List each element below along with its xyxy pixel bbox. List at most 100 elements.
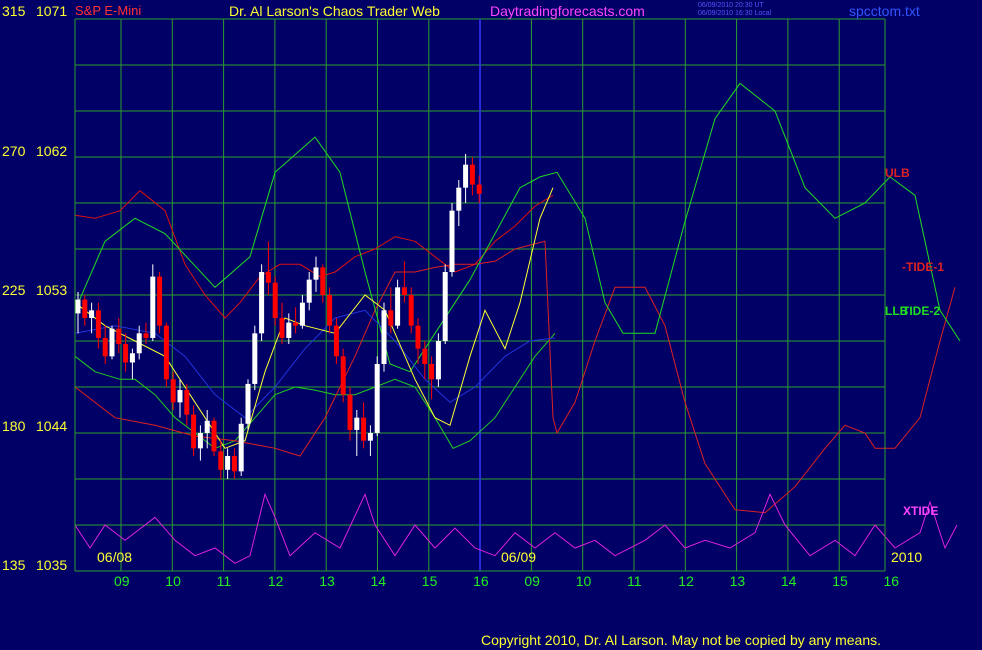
y-osc-tick-135: 135 (2, 557, 26, 573)
price-bar-body (170, 379, 176, 403)
x-tick-label: 15 (421, 573, 438, 589)
price-bar-body (143, 333, 149, 338)
data-file-name: spcctom.txt (849, 3, 920, 19)
price-bar-body (238, 423, 244, 472)
price-bar-body (197, 433, 203, 449)
x-tick-label: 11 (627, 573, 642, 589)
x-tick-label: 10 (165, 573, 181, 589)
price-bar-body (157, 276, 163, 326)
price-bar-body (136, 333, 142, 354)
price-bar-body (442, 272, 448, 341)
x-tick-label: 09 (114, 573, 130, 589)
date-label-day1: 06/08 (97, 549, 133, 565)
price-bar-body (333, 325, 339, 357)
y-osc-tick-315: 315 (2, 3, 26, 19)
price-bar-body (320, 267, 326, 295)
tide-2-line (74, 82, 961, 373)
label-xtide: XTIDE (903, 504, 939, 518)
price-bar-body (347, 394, 353, 430)
price-bar-body (272, 282, 278, 318)
price-bar-body (177, 390, 183, 403)
x-tick-label: 16 (473, 573, 489, 589)
x-tick-label: 16 (883, 573, 900, 589)
yellow-average-line (74, 187, 554, 449)
price-bar-body (286, 322, 292, 338)
copyright-notice: Copyright 2010, Dr. Al Larson. May not b… (481, 632, 882, 648)
price-bar-body (89, 310, 95, 318)
price-bar-body (265, 272, 271, 283)
timestamp-local: 06/09/2010 16:30 Local (698, 10, 772, 17)
price-bar-body (415, 325, 421, 349)
price-bar-body (129, 353, 135, 363)
x-tick-label: 14 (780, 573, 797, 589)
tide-1-line (74, 240, 956, 514)
price-bar-body (374, 364, 380, 433)
price-bar-body (102, 337, 108, 357)
series-layer (74, 82, 961, 564)
y-price-tick-1035: 1035 (36, 557, 68, 573)
ulb-line (74, 190, 554, 319)
x-tick-label: 09 (524, 573, 540, 589)
price-bar-body (225, 456, 231, 470)
price-bar-body (327, 295, 333, 326)
timestamp-ut: 06/09/2010 20:30 UT (698, 2, 764, 9)
price-bar-body (408, 295, 414, 326)
price-bar-body (150, 276, 156, 338)
price-bar-body (82, 299, 88, 318)
price-bar-body (367, 433, 373, 441)
site-title: Dr. Al Larson's Chaos Trader Web (229, 3, 440, 19)
price-bar-body (388, 310, 394, 326)
price-bar-body (116, 328, 122, 345)
y-osc-tick-180: 180 (2, 418, 26, 434)
y-price-tick-1053: 1053 (36, 282, 68, 298)
year-label: 2010 (891, 549, 923, 565)
price-bar-body (95, 310, 101, 338)
blue-average-line (74, 309, 556, 419)
price-bar-body (381, 310, 387, 364)
x-tick-label: 13 (729, 573, 746, 589)
y-price-tick-1062: 1062 (36, 143, 68, 159)
price-bar-body (429, 364, 435, 380)
x-tick-label: 14 (370, 573, 387, 589)
label-tide-1: -TIDE-1 (902, 260, 944, 274)
price-bar-body (211, 420, 217, 452)
x-tick-label: 10 (575, 573, 592, 589)
price-bar-body (299, 302, 305, 326)
y-osc-tick-225: 225 (2, 282, 26, 298)
price-bar-body (463, 164, 469, 188)
price-bar-body (456, 187, 462, 211)
chart-title: S&P E-Mini (75, 3, 142, 18)
price-bar-body (109, 328, 115, 357)
price-bar-body (361, 417, 367, 441)
label-ulb: ULB (885, 166, 910, 180)
price-bar-body (435, 341, 441, 380)
site-url[interactable]: Daytradingforecasts.com (490, 3, 645, 19)
price-bar-body (476, 184, 482, 194)
y-price-tick-1071: 1071 (36, 3, 68, 19)
price-bar-body (401, 287, 407, 295)
price-bar-body (449, 210, 455, 272)
price-bar-body (231, 456, 237, 472)
x-tick-label: 13 (319, 573, 335, 589)
price-bar-body (75, 299, 81, 314)
price-bar-body (252, 333, 258, 384)
price-bar-body (340, 356, 346, 395)
price-bar-body (259, 272, 265, 334)
price-bar-body (395, 287, 401, 326)
y-osc-tick-270: 270 (2, 143, 26, 159)
date-label-day2: 06/09 (501, 549, 537, 565)
price-bar-body (163, 325, 169, 380)
x-tick-label: 15 (832, 573, 848, 589)
price-bar-body (204, 420, 210, 433)
x-tick-label: 12 (678, 573, 694, 589)
price-bar-body (469, 164, 475, 185)
chart-window: S&P E-Mini Dr. Al Larson's Chaos Trader … (0, 0, 982, 650)
price-bar-body (184, 390, 190, 415)
price-bar-body (279, 318, 285, 338)
label-tide-2: TIDE-2 (902, 304, 941, 318)
x-tick-label: 11 (216, 573, 232, 589)
price-bar-body (191, 414, 197, 449)
price-bar-body (293, 322, 299, 326)
price-bar-body (218, 451, 224, 470)
price-bar-body (306, 279, 312, 303)
